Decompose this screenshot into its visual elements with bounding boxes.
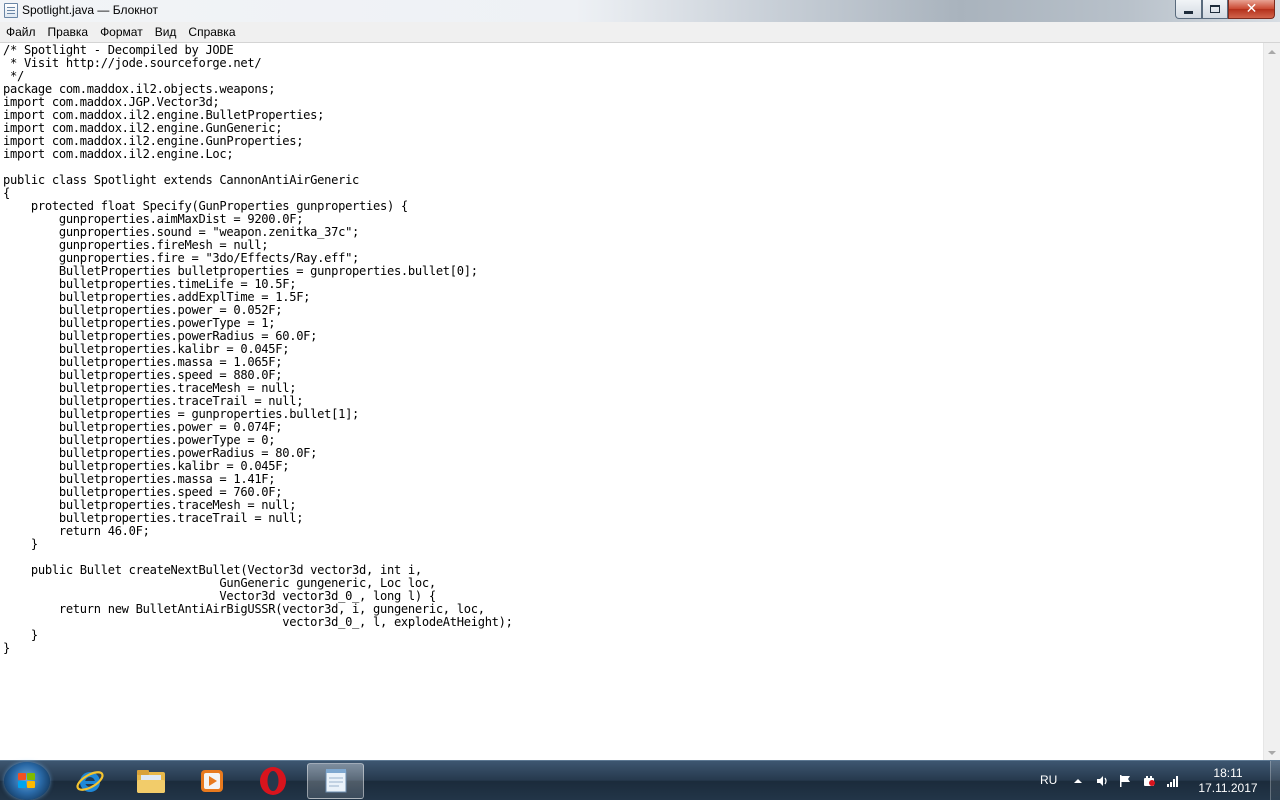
power-icon[interactable] xyxy=(1142,774,1156,788)
notepad-icon xyxy=(325,769,346,793)
start-button[interactable] xyxy=(4,762,50,800)
maximize-button[interactable] xyxy=(1202,0,1228,19)
title-bar[interactable]: Spotlight.java — Блокнот ✕ xyxy=(0,0,1280,22)
text-editor[interactable]: /* Spotlight - Decompiled by JODE * Visi… xyxy=(0,42,1280,761)
taskbar-notepad[interactable] xyxy=(307,763,364,799)
arrow-up-icon xyxy=(1268,49,1276,54)
scroll-down-button[interactable] xyxy=(1264,744,1280,761)
text-line: public class Spotlight extends CannonAnt… xyxy=(3,173,360,187)
maximize-icon xyxy=(1210,5,1220,13)
taskbar-opera[interactable] xyxy=(244,763,301,799)
clock-date: 17.11.2017 xyxy=(1198,781,1258,795)
opera-icon xyxy=(259,767,286,795)
vertical-scrollbar[interactable] xyxy=(1263,43,1280,761)
folder-icon xyxy=(136,770,165,793)
taskbar-windows-explorer[interactable] xyxy=(122,763,179,799)
text-line: * Visit http://jode.sourceforge.net/ xyxy=(3,56,262,70)
menu-bar: Файл Правка Формат Вид Справка xyxy=(0,22,1280,42)
menu-edit[interactable]: Правка xyxy=(42,22,95,42)
text-area[interactable]: /* Spotlight - Decompiled by JODE * Visi… xyxy=(3,44,1261,756)
show-desktop-button[interactable] xyxy=(1270,761,1280,800)
text-line: import com.maddox.il2.engine.Loc; xyxy=(3,147,234,161)
text-line: } xyxy=(3,537,38,551)
media-player-icon xyxy=(200,770,223,792)
taskbar: RU 18:11 17.11.2017 xyxy=(0,760,1280,800)
language-indicator[interactable]: RU xyxy=(1040,773,1057,787)
scroll-up-button[interactable] xyxy=(1264,43,1280,60)
text-line: } xyxy=(3,628,38,642)
menu-view[interactable]: Вид xyxy=(149,22,183,42)
taskbar-media-player[interactable] xyxy=(183,763,240,799)
arrow-down-icon xyxy=(1268,750,1276,755)
minimize-button[interactable] xyxy=(1175,0,1202,19)
close-icon: ✕ xyxy=(1245,1,1258,17)
clock-time: 18:11 xyxy=(1213,766,1243,780)
flag-icon[interactable] xyxy=(1118,774,1132,788)
menu-file[interactable]: Файл xyxy=(0,22,42,42)
windows-logo-icon xyxy=(18,773,36,789)
notepad-icon[interactable] xyxy=(4,3,18,18)
menu-format[interactable]: Формат xyxy=(94,22,149,42)
chevron-up-icon[interactable] xyxy=(1071,774,1085,788)
speaker-icon[interactable] xyxy=(1095,774,1109,788)
text-line: return 46.0F; xyxy=(3,524,150,538)
text-line: bulletproperties.traceTrail = null; xyxy=(3,511,304,525)
clock[interactable]: 18:11 17.11.2017 xyxy=(1190,766,1266,796)
window-title: Spotlight.java — Блокнот xyxy=(22,3,159,17)
menu-help[interactable]: Справка xyxy=(182,22,241,42)
text-line: vector3d_0_, l, explodeAtHeight); xyxy=(3,615,513,629)
ie-icon xyxy=(75,771,104,792)
minimize-icon xyxy=(1184,11,1193,14)
close-button[interactable]: ✕ xyxy=(1228,0,1275,19)
taskbar-internet-explorer[interactable] xyxy=(61,763,118,799)
network-icon[interactable] xyxy=(1166,774,1180,788)
text-line: } xyxy=(3,641,10,655)
